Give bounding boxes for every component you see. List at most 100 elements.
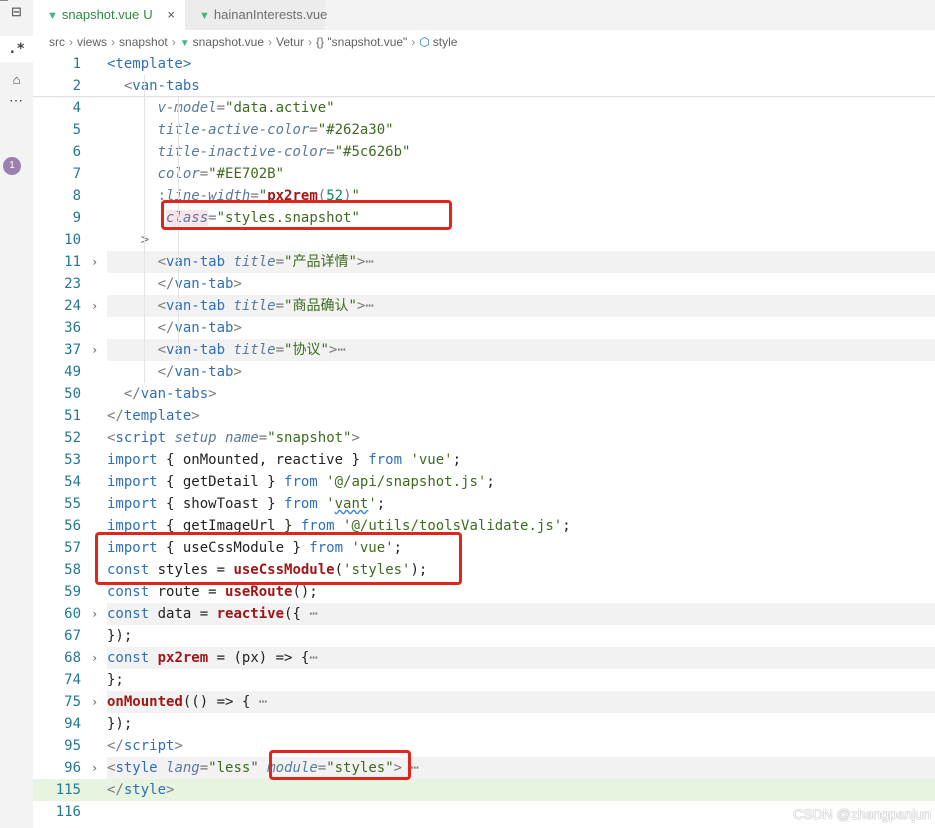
- line-number: 10: [64, 232, 81, 248]
- code-line[interactable]: 60 › const data = reactive({ ⋯: [33, 603, 935, 625]
- fold-chevron-icon[interactable]: ›: [91, 757, 103, 779]
- code-token: "产品详情": [284, 254, 357, 270]
- fold-chevron-icon[interactable]: ›: [91, 339, 103, 361]
- chevron-right-icon: ›: [69, 35, 73, 49]
- code-line[interactable]: 49 </van-tab>: [33, 361, 935, 383]
- split-editor-icon[interactable]: ⊟: [0, 4, 33, 20]
- code-token: route =: [149, 584, 226, 600]
- line-number: 94: [64, 716, 81, 732]
- code-line[interactable]: 94});: [33, 713, 935, 735]
- code-text: const data = reactive({ ⋯: [107, 603, 935, 625]
- code-token: >: [208, 386, 217, 402]
- line-number: 54: [64, 474, 81, 490]
- code-token: =: [258, 430, 268, 446]
- tab-snapshot-vue[interactable]: ▼ snapshot.vue U ×: [33, 0, 185, 30]
- code-token: =: [309, 122, 318, 138]
- regex-icon[interactable]: .*: [0, 36, 33, 62]
- code-token: >: [174, 738, 183, 754]
- code-token: useRoute: [225, 584, 293, 600]
- code-line[interactable]: 67});: [33, 625, 935, 647]
- code-token: lang: [166, 760, 200, 776]
- code-line[interactable]: 53 import { onMounted, reactive } from 'v…: [33, 449, 935, 471]
- code-token: </: [107, 408, 124, 424]
- code-token: ⋯: [309, 650, 318, 666]
- code-line[interactable]: 2 <van-tabs: [33, 75, 935, 97]
- code-editor[interactable]: 1 <template> 2 <van-tabs 4 v-model="data.ac…: [33, 53, 935, 828]
- code-token: "data.active": [225, 100, 335, 116]
- code-text: import { showToast } from 'vant';: [107, 493, 935, 515]
- code-line[interactable]: 68 › const px2rem = (px) => {⋯: [33, 647, 935, 669]
- line-number: 36: [64, 320, 81, 336]
- code-text: onMounted(() => { ⋯: [107, 691, 935, 713]
- breadcrumb-item-views[interactable]: views: [77, 35, 107, 49]
- code-line[interactable]: 51 </template>: [33, 405, 935, 427]
- notification-badge[interactable]: 1: [3, 157, 21, 175]
- code-token: >: [351, 430, 360, 446]
- code-line[interactable]: 52 <script setup name="snapshot">: [33, 427, 935, 449]
- fold-chevron-icon[interactable]: ›: [91, 603, 103, 625]
- fold-chevron-icon[interactable]: ›: [91, 251, 103, 273]
- code-line[interactable]: 7 color="#EE702B": [33, 163, 935, 185]
- code-token: </: [157, 364, 175, 380]
- breadcrumb-item-src[interactable]: src: [49, 35, 65, 49]
- line-number: 58: [64, 562, 81, 578]
- code-line[interactable]: 55 import { showToast } from 'vant';: [33, 493, 935, 515]
- fold-chevron-icon[interactable]: ›: [91, 295, 103, 317]
- code-line[interactable]: 6 title-inactive-color="#5c626b": [33, 141, 935, 163]
- code-line[interactable]: 23 </van-tab>: [33, 273, 935, 295]
- editor-tab-bar: ▼ snapshot.vue U × ▼ hainanInterests.vue: [33, 0, 935, 30]
- code-line[interactable]: 74};: [33, 669, 935, 691]
- line-number: 56: [64, 518, 81, 534]
- code-text: import { onMounted, reactive } from 'vue…: [107, 449, 935, 471]
- code-token: vant: [334, 496, 369, 512]
- code-token: style: [115, 760, 167, 776]
- fold-chevron-icon[interactable]: ›: [91, 647, 103, 669]
- code-line[interactable]: 96 › <style lang="less" module="styles"> ⋯: [33, 757, 935, 779]
- code-token: };: [107, 672, 124, 688]
- code-token: title-active-color: [157, 122, 310, 138]
- code-token: template: [123, 408, 192, 424]
- code-line[interactable]: 95 </script>: [33, 735, 935, 757]
- code-token: ⋯: [365, 298, 374, 314]
- code-token: =: [275, 298, 285, 314]
- code-token: = (px) => {: [208, 650, 310, 666]
- code-text: </van-tab>: [107, 317, 935, 339]
- code-token: van-tab: [166, 254, 234, 270]
- code-token: =: [199, 760, 209, 776]
- code-token: title: [233, 298, 276, 314]
- fold-chevron-icon[interactable]: ›: [91, 691, 103, 713]
- line-number: 116: [55, 804, 81, 820]
- highlight-box-module-attr: [269, 750, 411, 780]
- line-number: 55: [64, 496, 81, 512]
- tab-hainaninterests-vue[interactable]: ▼ hainanInterests.vue: [185, 0, 327, 30]
- code-line[interactable]: 11 › <van-tab title="产品详情">⋯: [33, 251, 935, 273]
- code-token: import: [107, 452, 158, 468]
- code-line[interactable]: 10 >: [33, 229, 935, 251]
- code-line[interactable]: 36 </van-tab>: [33, 317, 935, 339]
- code-line[interactable]: 5 title-active-color="#262a30": [33, 119, 935, 141]
- breadcrumb-item-file[interactable]: snapshot.vue: [193, 35, 264, 49]
- line-number: 68: [64, 650, 81, 666]
- breadcrumb-item-vetur[interactable]: Vetur: [276, 35, 304, 49]
- code-line[interactable]: 4 v-model="data.active": [33, 97, 935, 119]
- code-line[interactable]: 50 </van-tabs>: [33, 383, 935, 405]
- code-line[interactable]: 1 <template>: [33, 53, 935, 75]
- close-icon[interactable]: ×: [167, 0, 175, 30]
- breadcrumb-item-style[interactable]: style: [433, 35, 458, 49]
- code-line[interactable]: 115 </style>: [33, 779, 935, 801]
- code-token: <template>: [107, 56, 192, 72]
- extension-icon[interactable]: ⌂: [0, 72, 33, 87]
- code-line[interactable]: 75 › onMounted(() => { ⋯: [33, 691, 935, 713]
- code-token: >: [233, 320, 242, 336]
- code-line[interactable]: 24 › <van-tab title="商品确认">⋯: [33, 295, 935, 317]
- code-line[interactable]: 37 › <van-tab title="协议">⋯: [33, 339, 935, 361]
- code-token: onMounted: [107, 694, 183, 710]
- breadcrumb-item-symbol[interactable]: {} "snapshot.vue": [316, 35, 407, 49]
- breadcrumb-item-snapshot[interactable]: snapshot: [119, 35, 168, 49]
- more-icon[interactable]: ⋯: [0, 92, 33, 109]
- code-line[interactable]: 54 import { getDetail } from '@/api/snaps…: [33, 471, 935, 493]
